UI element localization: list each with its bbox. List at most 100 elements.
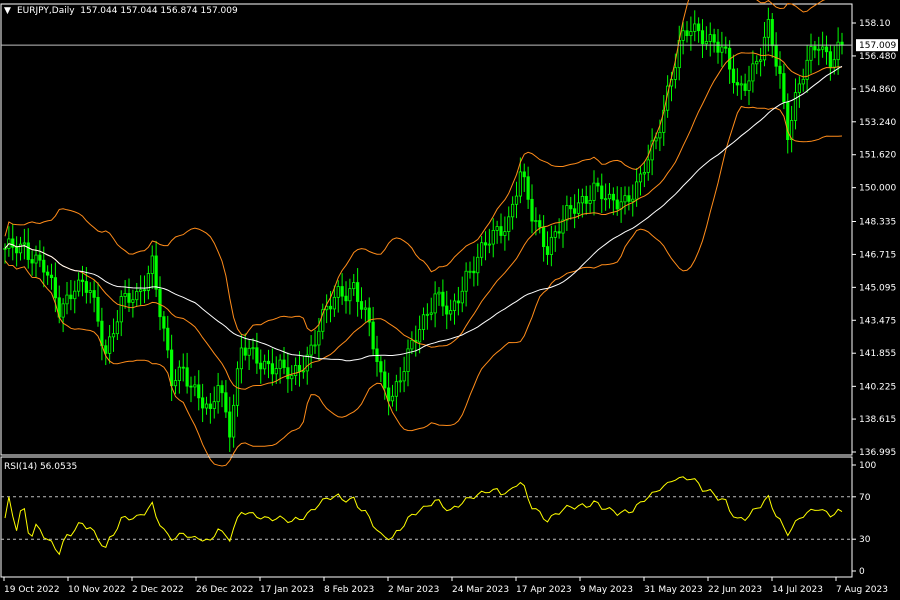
candle-down (30, 259, 34, 264)
candle-up (18, 243, 23, 254)
rsi-levels (1, 496, 852, 540)
candle-up (801, 78, 805, 85)
candle-up (681, 30, 685, 41)
candle-down (96, 296, 100, 322)
candle-up (739, 83, 743, 86)
candle-up (150, 255, 154, 274)
candle-up (751, 63, 755, 82)
candle-up (301, 370, 305, 373)
candle-up (534, 220, 538, 222)
candle-down (49, 274, 54, 279)
time-axis-label: 7 Aug 2023 (836, 585, 888, 595)
candle-down (255, 347, 259, 364)
candle-up (131, 299, 135, 303)
candle-up (425, 313, 429, 316)
candle-down (286, 367, 290, 380)
price-axis-label: 138.615 (859, 415, 896, 425)
candle-down (328, 305, 333, 310)
candle-up (762, 36, 767, 61)
candle-up (642, 171, 646, 175)
candle-down (243, 347, 247, 356)
candle-down (526, 176, 530, 200)
time-axis-label: 14 Jul 2023 (772, 585, 823, 595)
main-panel-frame (0, 3, 853, 456)
candle-up (247, 347, 251, 356)
candle-up (108, 336, 112, 354)
rsi-line (4, 476, 843, 556)
candle-up (549, 236, 553, 255)
candle-down (782, 73, 786, 103)
candle-up (421, 314, 426, 330)
candle-up (278, 359, 282, 369)
price-axis-label: 141.855 (859, 349, 896, 359)
candle-up (363, 307, 367, 310)
candle-up (580, 195, 584, 204)
candle-up (592, 182, 596, 201)
candle-up (491, 230, 495, 245)
time-axis-label: 2 Dec 2022 (132, 585, 184, 595)
time-axis-label: 9 May 2023 (580, 585, 633, 595)
bollinger-lower-band (4, 105, 843, 467)
candle-down (542, 226, 546, 248)
candle-up (704, 41, 708, 45)
candle-down (569, 205, 573, 210)
candle-up (135, 291, 139, 301)
candle-down (46, 271, 50, 276)
candle-down (197, 384, 201, 399)
time-axis-label: 10 Nov 2022 (68, 585, 126, 595)
time-axis-label: 26 Dec 2022 (196, 585, 254, 595)
candle-down (189, 385, 193, 388)
candle-down (441, 291, 445, 307)
chart-canvas: 158.10 156.480 154.860 153.240 151.620 150.00… (0, 0, 898, 595)
candle-up (193, 384, 197, 388)
rsi-header-text: RSI(14) 56.0535 (4, 462, 77, 472)
candle-down (774, 45, 778, 67)
price-axis-label: 145.095 (859, 283, 896, 293)
candle-up (464, 270, 468, 292)
candle-down (778, 65, 782, 74)
price-axis-label: 140.225 (859, 382, 896, 392)
candle-down (712, 34, 716, 43)
candle-down (80, 279, 85, 282)
candle-up (755, 60, 759, 65)
candle-up (511, 203, 515, 218)
candle-up (336, 286, 340, 298)
rsi-axis-label: 70 (859, 493, 871, 503)
candle-down (228, 411, 232, 438)
candle-down (142, 289, 147, 292)
candle-up (693, 23, 697, 32)
candle-down (697, 23, 701, 32)
price-axis-label: 153.240 (859, 118, 896, 128)
candle-down (356, 282, 360, 302)
candle-down (282, 359, 286, 369)
candle-up (720, 46, 724, 53)
candle-up (480, 242, 484, 258)
candle-down (170, 349, 174, 387)
candle-up (646, 159, 650, 173)
candle-up (507, 216, 511, 233)
candle-up (352, 282, 356, 290)
candle-down (154, 255, 158, 290)
candle-down (813, 46, 817, 51)
main-series-layer (3, 0, 844, 467)
candle-up (588, 200, 592, 204)
candle-up (216, 385, 220, 403)
candle-up (239, 347, 243, 370)
rsi-panel-frame (0, 456, 853, 578)
candle-up (309, 344, 313, 356)
candle-up (607, 193, 612, 200)
candle-down (573, 208, 577, 214)
candle-up (460, 290, 464, 304)
candle-down (584, 195, 588, 204)
candle-down (743, 83, 747, 91)
time-axis-label: 19 Oct 2022 (4, 585, 60, 595)
candle-down (208, 403, 212, 409)
candle-up (503, 231, 507, 236)
candle-up (708, 34, 712, 42)
candle-up (390, 395, 395, 402)
candle-down (127, 293, 131, 303)
candle-down (387, 387, 391, 402)
candle-down (26, 242, 30, 260)
candle-up (290, 375, 294, 380)
candle-up (22, 242, 26, 245)
